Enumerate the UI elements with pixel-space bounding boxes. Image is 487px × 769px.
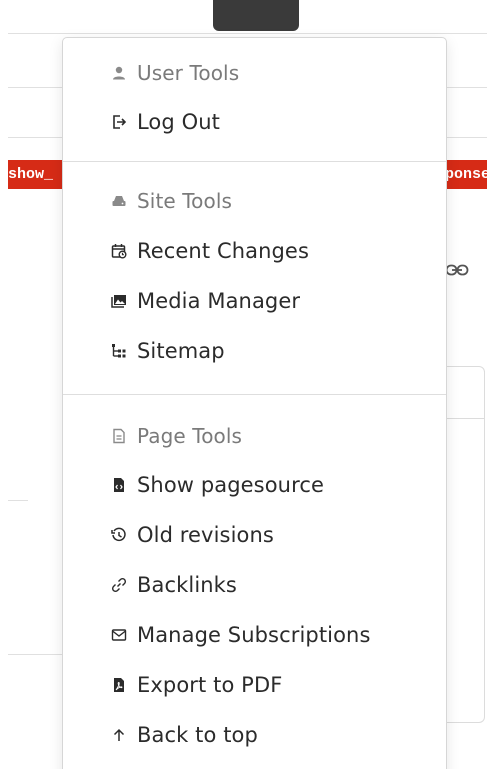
content-rule xyxy=(8,500,28,501)
code-tag-right: ponse xyxy=(445,160,487,189)
page-icon xyxy=(110,427,128,445)
menu-item-label: Back to top xyxy=(137,723,258,747)
menu-item-old-revisions[interactable]: Old revisions xyxy=(63,515,446,555)
pagesource-icon xyxy=(110,476,128,494)
content-rule-bottom xyxy=(8,654,68,655)
menu-item-export-pdf[interactable]: Export to PDF xyxy=(63,665,446,705)
menu-toggle-button[interactable] xyxy=(213,0,299,31)
menu-item-label: Log Out xyxy=(137,110,220,134)
menu-item-show-pagesource[interactable]: Show pagesource xyxy=(63,465,446,505)
sidebar-panel xyxy=(444,366,485,723)
logout-icon xyxy=(110,113,128,131)
menu-item-label: Manage Subscriptions xyxy=(137,623,371,647)
sidebar-panel-divider xyxy=(444,418,484,419)
mail-icon xyxy=(110,626,128,644)
media-manager-icon xyxy=(110,292,128,310)
menu-item-label: Backlinks xyxy=(137,573,237,597)
menu-item-sitemap[interactable]: Sitemap xyxy=(63,331,446,371)
site-tools-label: Site Tools xyxy=(137,189,233,213)
menu-separator xyxy=(63,394,446,395)
menu-item-label: Media Manager xyxy=(137,289,301,313)
menu-separator xyxy=(63,161,446,162)
user-tools-label: User Tools xyxy=(137,61,240,85)
page-tools-header: Page Tools xyxy=(63,416,446,456)
sitemap-icon xyxy=(110,342,128,360)
menu-item-back-to-top[interactable]: Back to top xyxy=(63,715,446,755)
recent-changes-icon xyxy=(110,242,128,260)
site-tools-header: Site Tools xyxy=(63,181,446,221)
arrow-up-icon xyxy=(110,726,128,744)
menu-item-label: Export to PDF xyxy=(137,673,283,697)
menu-item-log-out[interactable]: Log Out xyxy=(63,102,446,142)
user-icon xyxy=(110,64,128,82)
menu-item-label: Recent Changes xyxy=(137,239,309,263)
menu-item-backlinks[interactable]: Backlinks xyxy=(63,565,446,605)
menu-item-media-manager[interactable]: Media Manager xyxy=(63,281,446,321)
pdf-icon xyxy=(110,676,128,694)
header-divider xyxy=(8,33,487,34)
menu-item-manage-subscriptions[interactable]: Manage Subscriptions xyxy=(63,615,446,655)
code-tag-left: show_ xyxy=(8,160,62,189)
menu-item-label: Old revisions xyxy=(137,523,274,547)
user-tools-header: User Tools xyxy=(63,53,446,93)
tools-dropdown-menu: User Tools Log Out Site Tools Recent Cha… xyxy=(62,37,447,769)
menu-item-recent-changes[interactable]: Recent Changes xyxy=(63,231,446,271)
page: show_ ponse User Tools Log Out Site Tool… xyxy=(0,0,487,769)
menu-item-label: Sitemap xyxy=(137,339,225,363)
history-icon xyxy=(110,526,128,544)
page-tools-label: Page Tools xyxy=(137,424,243,448)
link-icon xyxy=(110,576,128,594)
permalink-icon[interactable] xyxy=(445,263,469,277)
site-tools-icon xyxy=(110,192,128,210)
menu-item-label: Show pagesource xyxy=(137,473,325,497)
